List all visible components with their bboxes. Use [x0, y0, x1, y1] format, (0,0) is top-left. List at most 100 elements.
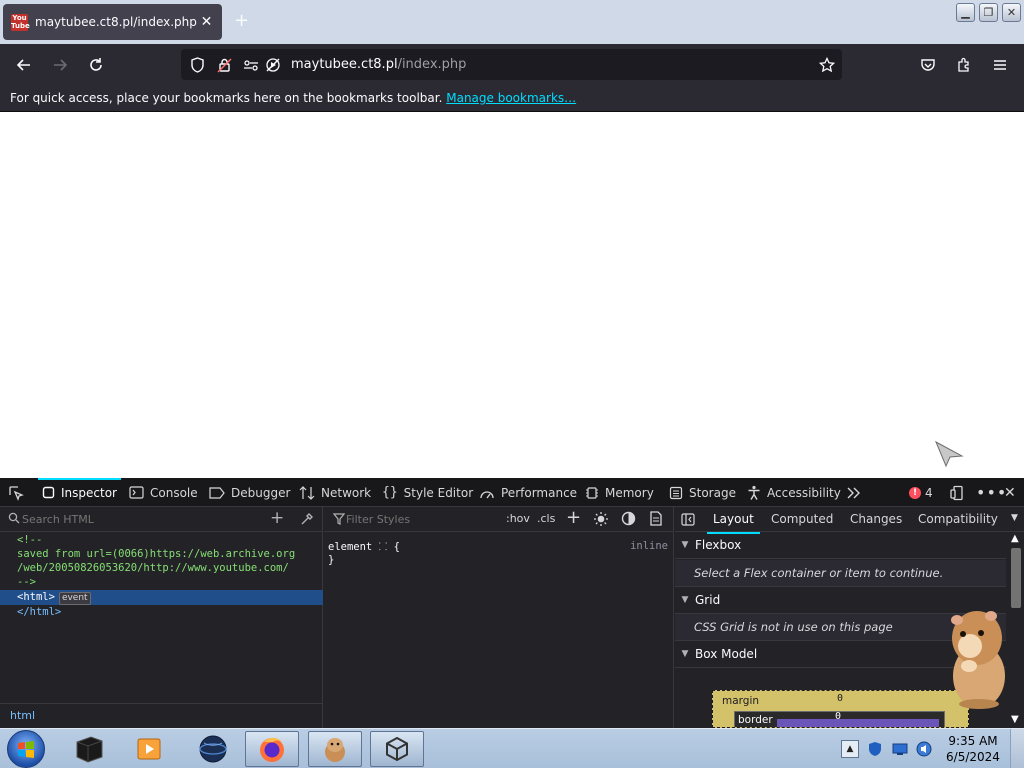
event-badge[interactable]: event — [58, 592, 91, 605]
hover-pseudo-toggle[interactable]: :hov — [506, 512, 530, 525]
element-picker-button[interactable] — [8, 478, 24, 507]
reload-button[interactable] — [83, 52, 109, 78]
show-hidden-icons-button[interactable]: ▲ — [841, 740, 859, 758]
html-comment-close[interactable]: --> — [17, 576, 36, 588]
add-node-icon[interactable]: + — [270, 508, 284, 528]
more-tools-chevron-icon[interactable] — [846, 478, 862, 507]
page-content[interactable] — [0, 113, 1024, 478]
margin-label: margin — [722, 695, 760, 707]
box-model-margin[interactable]: margin 0 border 0 — [712, 690, 969, 728]
tab-inspector[interactable]: Inspector — [38, 478, 121, 507]
restore-window-icon[interactable]: ❐ — [979, 3, 998, 22]
close-window-icon[interactable]: ✕ — [1002, 3, 1021, 22]
html-comment-open[interactable]: <!-- — [17, 534, 42, 546]
back-button[interactable] — [11, 52, 37, 78]
taskbar-hamster-app[interactable] — [308, 731, 362, 767]
tab-debugger[interactable]: Debugger — [209, 478, 290, 507]
tab-storage[interactable]: Storage — [669, 478, 736, 507]
accessibility-person-icon — [747, 485, 761, 500]
pocket-button[interactable] — [915, 52, 941, 78]
globe-icon — [199, 735, 227, 763]
sidebar-tabs-dropdown-icon[interactable]: ▼ — [1011, 513, 1018, 523]
tab-computed[interactable]: Computed — [771, 512, 833, 526]
new-tab-icon[interactable]: + — [234, 12, 249, 30]
tab-accessibility[interactable]: Accessibility — [747, 478, 841, 507]
rules-toolbar: :hov .cls + — [324, 507, 673, 532]
tab-memory[interactable]: Memory — [585, 478, 654, 507]
taskbar-cube-app[interactable] — [62, 731, 116, 767]
devtools-options-icon[interactable]: ••• — [976, 478, 1007, 507]
tab-performance[interactable]: Performance — [479, 478, 577, 507]
insecure-lock-icon[interactable] — [214, 55, 234, 75]
hamburger-menu-icon — [994, 60, 1006, 70]
filter-styles-input[interactable] — [346, 511, 506, 528]
tab-changes[interactable]: Changes — [850, 512, 902, 526]
layout-scrollbar[interactable]: ▲ ▼ — [1008, 532, 1024, 728]
tracking-protection-shield-icon[interactable] — [187, 55, 207, 75]
breadcrumb-html[interactable]: html — [10, 709, 35, 722]
toggle-sidebar-icon[interactable] — [681, 513, 695, 529]
close-devtools-icon[interactable]: ✕ — [1004, 478, 1016, 507]
tab-console[interactable]: Console — [129, 478, 198, 507]
pocket-icon — [921, 59, 935, 71]
volume-tray-icon[interactable] — [916, 741, 932, 757]
light-theme-icon[interactable] — [593, 511, 609, 530]
dark-theme-icon[interactable] — [621, 511, 636, 529]
clock-time: 9:35 AM — [948, 734, 998, 748]
show-desktop-button[interactable] — [1010, 729, 1024, 768]
url-bar[interactable]: maytubee.ct8.pl/index.php — [181, 49, 842, 80]
tab-layout[interactable]: Layout — [707, 512, 760, 534]
html-node-open-tag[interactable]: <html> event — [17, 591, 91, 605]
html-comment-line[interactable]: /web/20050826053620/http://www.youtube.c… — [17, 562, 289, 574]
scroll-down-icon[interactable]: ▼ — [1011, 714, 1019, 725]
autoplay-blocked-icon[interactable] — [263, 55, 283, 75]
error-count-badge[interactable]: ! 4 — [909, 478, 933, 507]
sidebar-tabs: Layout Computed Changes Compatibility ▼ — [675, 507, 1024, 534]
taskbar-media-player[interactable] — [122, 731, 176, 767]
extensions-button[interactable] — [951, 52, 977, 78]
tab-compatibility[interactable]: Compatibility — [918, 512, 998, 526]
responsive-design-mode-icon[interactable] — [950, 478, 966, 507]
permissions-icon[interactable] — [241, 55, 261, 75]
tab-close-icon[interactable]: ✕ — [197, 12, 216, 32]
border-label: border — [738, 714, 773, 726]
search-html-input[interactable] — [22, 511, 252, 528]
taskbar-globe-app[interactable] — [186, 731, 240, 767]
url-text[interactable]: maytubee.ct8.pl/index.php — [291, 57, 466, 72]
network-tray-icon[interactable] — [892, 742, 908, 756]
taskbar-clock[interactable]: 9:35 AM 6/5/2024 — [938, 733, 1008, 765]
tab-network[interactable]: Network — [299, 478, 371, 507]
html-comment-line[interactable]: saved from url=(0066)https://web.archive… — [17, 548, 295, 560]
memory-chip-icon — [585, 486, 599, 500]
security-shield-tray-icon[interactable] — [868, 741, 882, 757]
taskbar-firefox[interactable] — [245, 731, 299, 767]
scroll-thumb[interactable] — [1011, 548, 1021, 608]
bookmark-star-icon[interactable] — [817, 55, 837, 75]
scroll-up-icon[interactable]: ▲ — [1011, 533, 1019, 544]
gauge-icon — [479, 486, 495, 499]
tab-active[interactable]: You Tube maytubee.ct8.pl/index.php ✕ — [3, 4, 222, 40]
print-media-icon[interactable] — [649, 511, 663, 529]
taskbar-unity-app[interactable] — [370, 731, 424, 767]
app-menu-button[interactable] — [987, 52, 1013, 78]
eyedropper-icon[interactable] — [300, 512, 314, 529]
html-node-close-tag[interactable]: </html> — [17, 606, 61, 618]
minimize-window-icon[interactable]: ▁ — [956, 3, 975, 22]
rules-view: :hov .cls + element ⸬ { } inline — [324, 507, 674, 728]
hamster-sticker-icon — [951, 611, 1005, 709]
inline-source-label[interactable]: inline — [630, 540, 668, 552]
flexbox-accordion-header[interactable]: ▼ Flexbox — [675, 532, 1006, 559]
manage-bookmarks-link[interactable]: Manage bookmarks… — [446, 91, 576, 105]
margin-top-value[interactable]: 0 — [837, 693, 843, 704]
add-rule-icon[interactable]: + — [566, 507, 581, 528]
box-model-border[interactable]: border 0 — [734, 711, 945, 727]
box-model-padding[interactable] — [777, 719, 939, 727]
forward-button[interactable] — [47, 52, 73, 78]
youtube-favicon-icon: You Tube — [11, 13, 30, 31]
reload-icon — [90, 58, 102, 71]
start-button[interactable] — [7, 730, 45, 768]
clock-date: 6/5/2024 — [946, 750, 1000, 764]
class-toggle[interactable]: .cls — [537, 512, 555, 525]
element-rule[interactable]: element ⸬ { — [328, 540, 400, 554]
tab-style-editor[interactable]: {} Style Editor — [382, 478, 473, 507]
